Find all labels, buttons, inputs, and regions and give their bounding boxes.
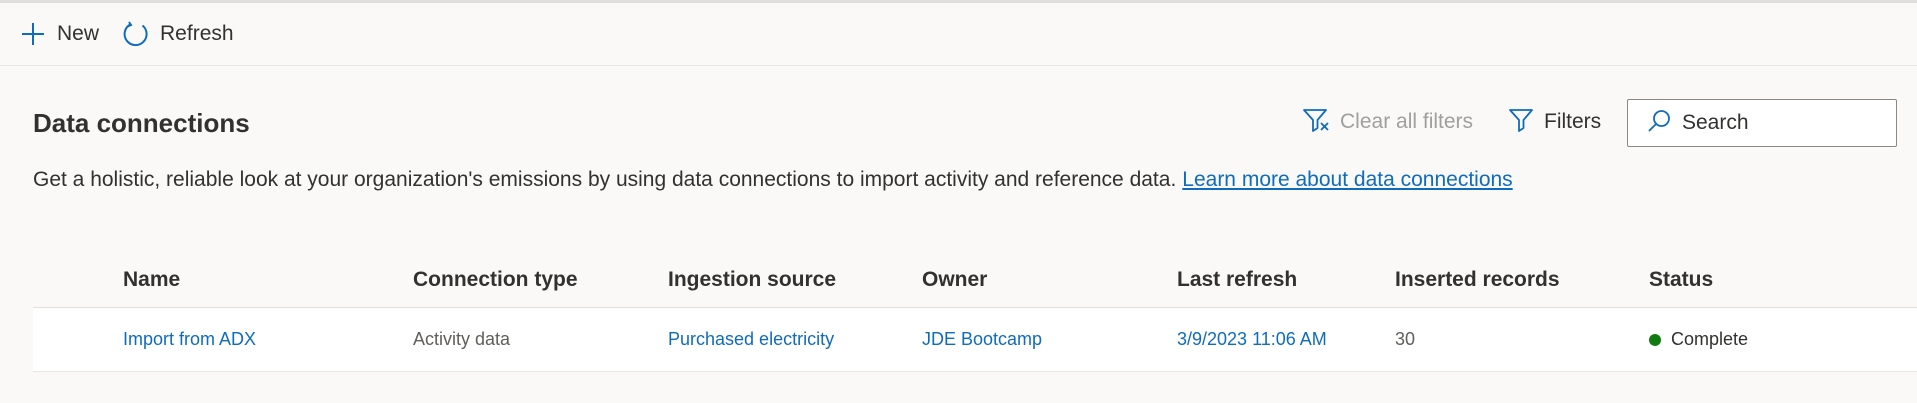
- refresh-icon: [121, 19, 151, 49]
- plus-icon: [18, 19, 48, 49]
- row-last-refresh-link[interactable]: 3/9/2023 11:06 AM: [1177, 329, 1327, 350]
- row-connection-type: Activity data: [413, 329, 511, 349]
- column-header-name[interactable]: Name: [123, 268, 180, 292]
- command-bar: New Refresh: [0, 3, 1917, 66]
- clear-filter-icon: [1302, 106, 1330, 139]
- search-box[interactable]: [1627, 99, 1902, 147]
- column-header-connection-type[interactable]: Connection type: [413, 268, 578, 292]
- page-description: Get a holistic, reliable look at your or…: [33, 168, 1513, 192]
- column-header-last-refresh[interactable]: Last refresh: [1177, 268, 1297, 292]
- column-header-ingestion-source[interactable]: Ingestion source: [668, 268, 836, 292]
- refresh-button-label: Refresh: [160, 22, 234, 45]
- row-status-label: Complete: [1671, 329, 1749, 349]
- row-status: Complete: [1649, 329, 1748, 350]
- data-connections-table: Name Connection type Ingestion source Ow…: [33, 253, 1917, 372]
- search-input[interactable]: [1682, 111, 1902, 135]
- table-header-row: Name Connection type Ingestion source Ow…: [33, 253, 1917, 308]
- new-button[interactable]: New: [18, 14, 99, 54]
- filters-button[interactable]: Filters: [1508, 106, 1601, 138]
- learn-more-link[interactable]: Learn more about data connections: [1182, 168, 1512, 191]
- row-owner-link[interactable]: JDE Bootcamp: [922, 329, 1042, 350]
- filters-label: Filters: [1544, 110, 1602, 133]
- table-row[interactable]: Import from ADX Activity data Purchased …: [33, 308, 1917, 372]
- refresh-button[interactable]: Refresh: [121, 14, 234, 54]
- row-name-link[interactable]: Import from ADX: [123, 329, 256, 350]
- clear-all-filters-label: Clear all filters: [1340, 110, 1474, 133]
- page-title: Data connections: [33, 108, 250, 138]
- column-header-status[interactable]: Status: [1649, 268, 1713, 292]
- row-ingestion-source-link[interactable]: Purchased electricity: [668, 329, 834, 350]
- column-header-inserted-records[interactable]: Inserted records: [1395, 268, 1560, 292]
- clear-all-filters-button[interactable]: Clear all filters: [1302, 106, 1473, 138]
- filter-icon: [1508, 106, 1534, 139]
- description-text: Get a holistic, reliable look at your or…: [33, 168, 1177, 191]
- new-button-label: New: [57, 22, 100, 45]
- row-inserted-records: 30: [1395, 329, 1416, 349]
- status-complete-icon: [1649, 333, 1661, 346]
- search-icon: [1646, 108, 1672, 139]
- column-header-owner[interactable]: Owner: [922, 268, 987, 292]
